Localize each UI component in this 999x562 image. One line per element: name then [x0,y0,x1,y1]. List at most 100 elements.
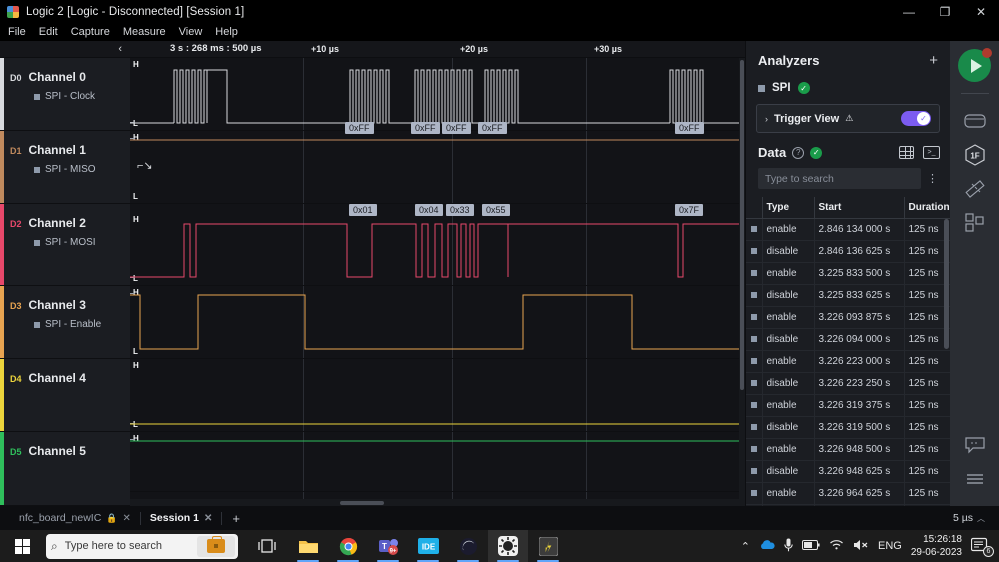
table-row[interactable]: disable 3.226 223 250 s 125 ns [746,372,950,395]
menu-item-edit[interactable]: Edit [39,26,58,38]
miso-data-bubble[interactable]: 0xFF [675,122,704,134]
table-row[interactable]: enable 2.846 134 000 s 125 ns [746,218,950,241]
add-tab-button[interactable]: + [222,511,250,526]
table-row[interactable]: disable 2.846 136 625 s 125 ns [746,240,950,263]
battery-icon[interactable] [802,539,820,553]
menu-item-view[interactable]: View [179,26,203,38]
chrome-icon[interactable] [328,530,368,562]
mosi-data-bubble[interactable]: 0x55 [482,204,510,216]
data-table-scrollbar[interactable] [944,219,949,349]
file-explorer-icon[interactable] [288,530,328,562]
table-row[interactable]: disable 3.226 094 000 s 125 ns [746,328,950,351]
sidebar-item-channel-0[interactable]: D0 Channel 0 SPI - Clock [0,58,130,131]
table-row[interactable]: enable 3.225 833 500 s 125 ns [746,262,950,285]
waveform-viewer[interactable]: 3 s : 268 ms : 500 µs +10 µs +20 µs +30 … [130,41,745,506]
tab-close-icon[interactable]: ✕ [123,513,131,524]
data-table[interactable]: Type Start Duration enable 2.846 134 000 … [746,197,950,506]
search-input[interactable] [758,168,921,189]
waveform-lane-channel-4[interactable]: H L [130,359,745,432]
table-row[interactable]: enable 3.226 093 875 s 125 ns [746,306,950,329]
sidebar-item-channel-3[interactable]: D3 Channel 3 SPI - Enable [0,286,130,359]
sidebar-item-channel-4[interactable]: D4 Channel 4 [0,359,130,432]
notes-icon[interactable] [958,428,992,462]
column-header-type[interactable]: Type [761,197,814,219]
tab-nfc-board[interactable]: nfc_board_newIC 🔒 ✕ [10,506,140,530]
tray-expand-chevron-icon[interactable]: ⌃ [741,540,750,553]
table-row[interactable]: enable 3.226 223 000 s 125 ns [746,350,950,373]
tab-close-icon[interactable]: ✕ [204,513,212,524]
trigger-view-toggle[interactable] [901,111,931,126]
device-icon[interactable] [958,104,992,138]
table-view-icon[interactable] [899,146,914,159]
menu-item-measure[interactable]: Measure [123,26,166,38]
terminal-view-icon[interactable]: >_ [923,146,940,159]
channel-id: D1 [10,146,22,156]
sidebar-item-channel-5[interactable]: D5 Channel 5 [0,432,130,506]
mosi-data-bubble[interactable]: 0x7F [675,204,704,216]
table-row[interactable]: enable 3.226 319 375 s 125 ns [746,394,950,417]
teams-icon[interactable]: T 9+ [368,530,408,562]
chevron-up-icon[interactable]: ︿ [977,513,985,524]
miso-data-bubble[interactable]: 0xFF [345,122,374,134]
sidebar-item-channel-2[interactable]: D2 Channel 2 SPI - MOSI [0,204,130,286]
zoom-level-control[interactable]: 5 µs ︿ [953,512,999,524]
miso-data-bubble[interactable]: 0xFF [411,122,440,134]
notification-center-button[interactable]: 6 [970,537,994,557]
play-icon [970,58,982,73]
microphone-icon[interactable] [784,538,793,555]
chevron-right-icon[interactable]: › [765,114,768,124]
table-row[interactable]: enable 3.226 948 500 s 125 ns [746,438,950,461]
task-view-icon[interactable] [248,530,288,562]
ide-icon[interactable]: IDE [408,530,448,562]
table-row[interactable]: disable 3.226 319 500 s 125 ns [746,416,950,439]
start-capture-button[interactable] [958,48,992,82]
help-icon[interactable]: ? [792,146,805,159]
matlab-icon[interactable] [528,530,568,562]
taskbar-clock[interactable]: 15:26:18 29-06-2023 [911,533,962,559]
logic2-taskbar-icon[interactable] [488,530,528,562]
extensions-icon[interactable] [958,206,992,240]
start-button[interactable] [0,530,44,562]
more-options-button[interactable]: ⋮ [925,172,940,185]
sidebar-item-channel-1[interactable]: D1 Channel 1 SPI - MISO [0,131,130,204]
waveform-lane-channel-5[interactable]: H [130,432,745,492]
edge-dev-icon[interactable] [448,530,488,562]
tab-session-1[interactable]: Session 1 ✕ [141,506,221,530]
volume-muted-icon[interactable] [853,539,869,554]
waveform-lane-channel-0[interactable]: H L [130,58,745,131]
miso-data-bubble[interactable]: 0xFF [478,122,507,134]
analyzer-item-spi[interactable]: SPI ✓ [746,76,950,100]
onedrive-cloud-icon[interactable] [759,539,775,553]
waveform-lane-channel-2[interactable]: H L 0x01 0x04 0x33 0x55 0x7F [130,204,745,286]
waveform-lane-channel-3[interactable]: H L [130,286,745,359]
firmware-badge-icon[interactable]: 1F [958,138,992,172]
restore-button[interactable]: ❐ [927,0,963,23]
minimize-button[interactable]: — [891,0,927,23]
hamburger-menu-icon[interactable] [958,462,992,496]
menu-item-file[interactable]: File [8,26,26,38]
timeline-ruler[interactable]: 3 s : 268 ms : 500 µs +10 µs +20 µs +30 … [130,41,745,58]
trigger-view-row[interactable]: › Trigger View ⚠ [756,104,940,133]
mosi-data-bubble[interactable]: 0x33 [446,204,474,216]
table-row[interactable]: enable 3.226 964 625 s 125 ns [746,482,950,505]
mosi-data-bubble[interactable]: 0x01 [349,204,377,216]
waveform-lane-channel-1[interactable]: H L ⌐↘ 0xFF 0xFF 0xFF 0xFF 0xFF [130,122,745,204]
table-row[interactable]: disable 3.226 948 625 s 125 ns [746,460,950,483]
column-header-duration[interactable]: Duration [903,197,950,219]
language-indicator[interactable]: ENG [878,540,902,552]
table-row[interactable]: disable 3.225 833 625 s 125 ns [746,284,950,307]
miso-data-bubble[interactable]: 0xFF [442,122,471,134]
taskbar-search[interactable]: ⌕ Type here to search [46,533,238,559]
close-button[interactable]: ✕ [963,0,999,23]
mosi-data-bubble[interactable]: 0x04 [415,204,443,216]
sidebar-collapse-button[interactable]: ‹ [0,41,130,58]
measure-ruler-icon[interactable] [958,172,992,206]
add-analyzer-button[interactable]: + [929,53,938,68]
menu-item-capture[interactable]: Capture [71,26,110,38]
search-highlight-icon[interactable] [197,535,235,557]
column-header-start[interactable]: Start [813,197,904,219]
wifi-icon[interactable] [829,539,844,553]
menu-item-help[interactable]: Help [215,26,238,38]
waveform-vertical-scrollbar[interactable] [739,58,745,506]
waveform-horizontal-scrollbar[interactable] [130,499,745,506]
